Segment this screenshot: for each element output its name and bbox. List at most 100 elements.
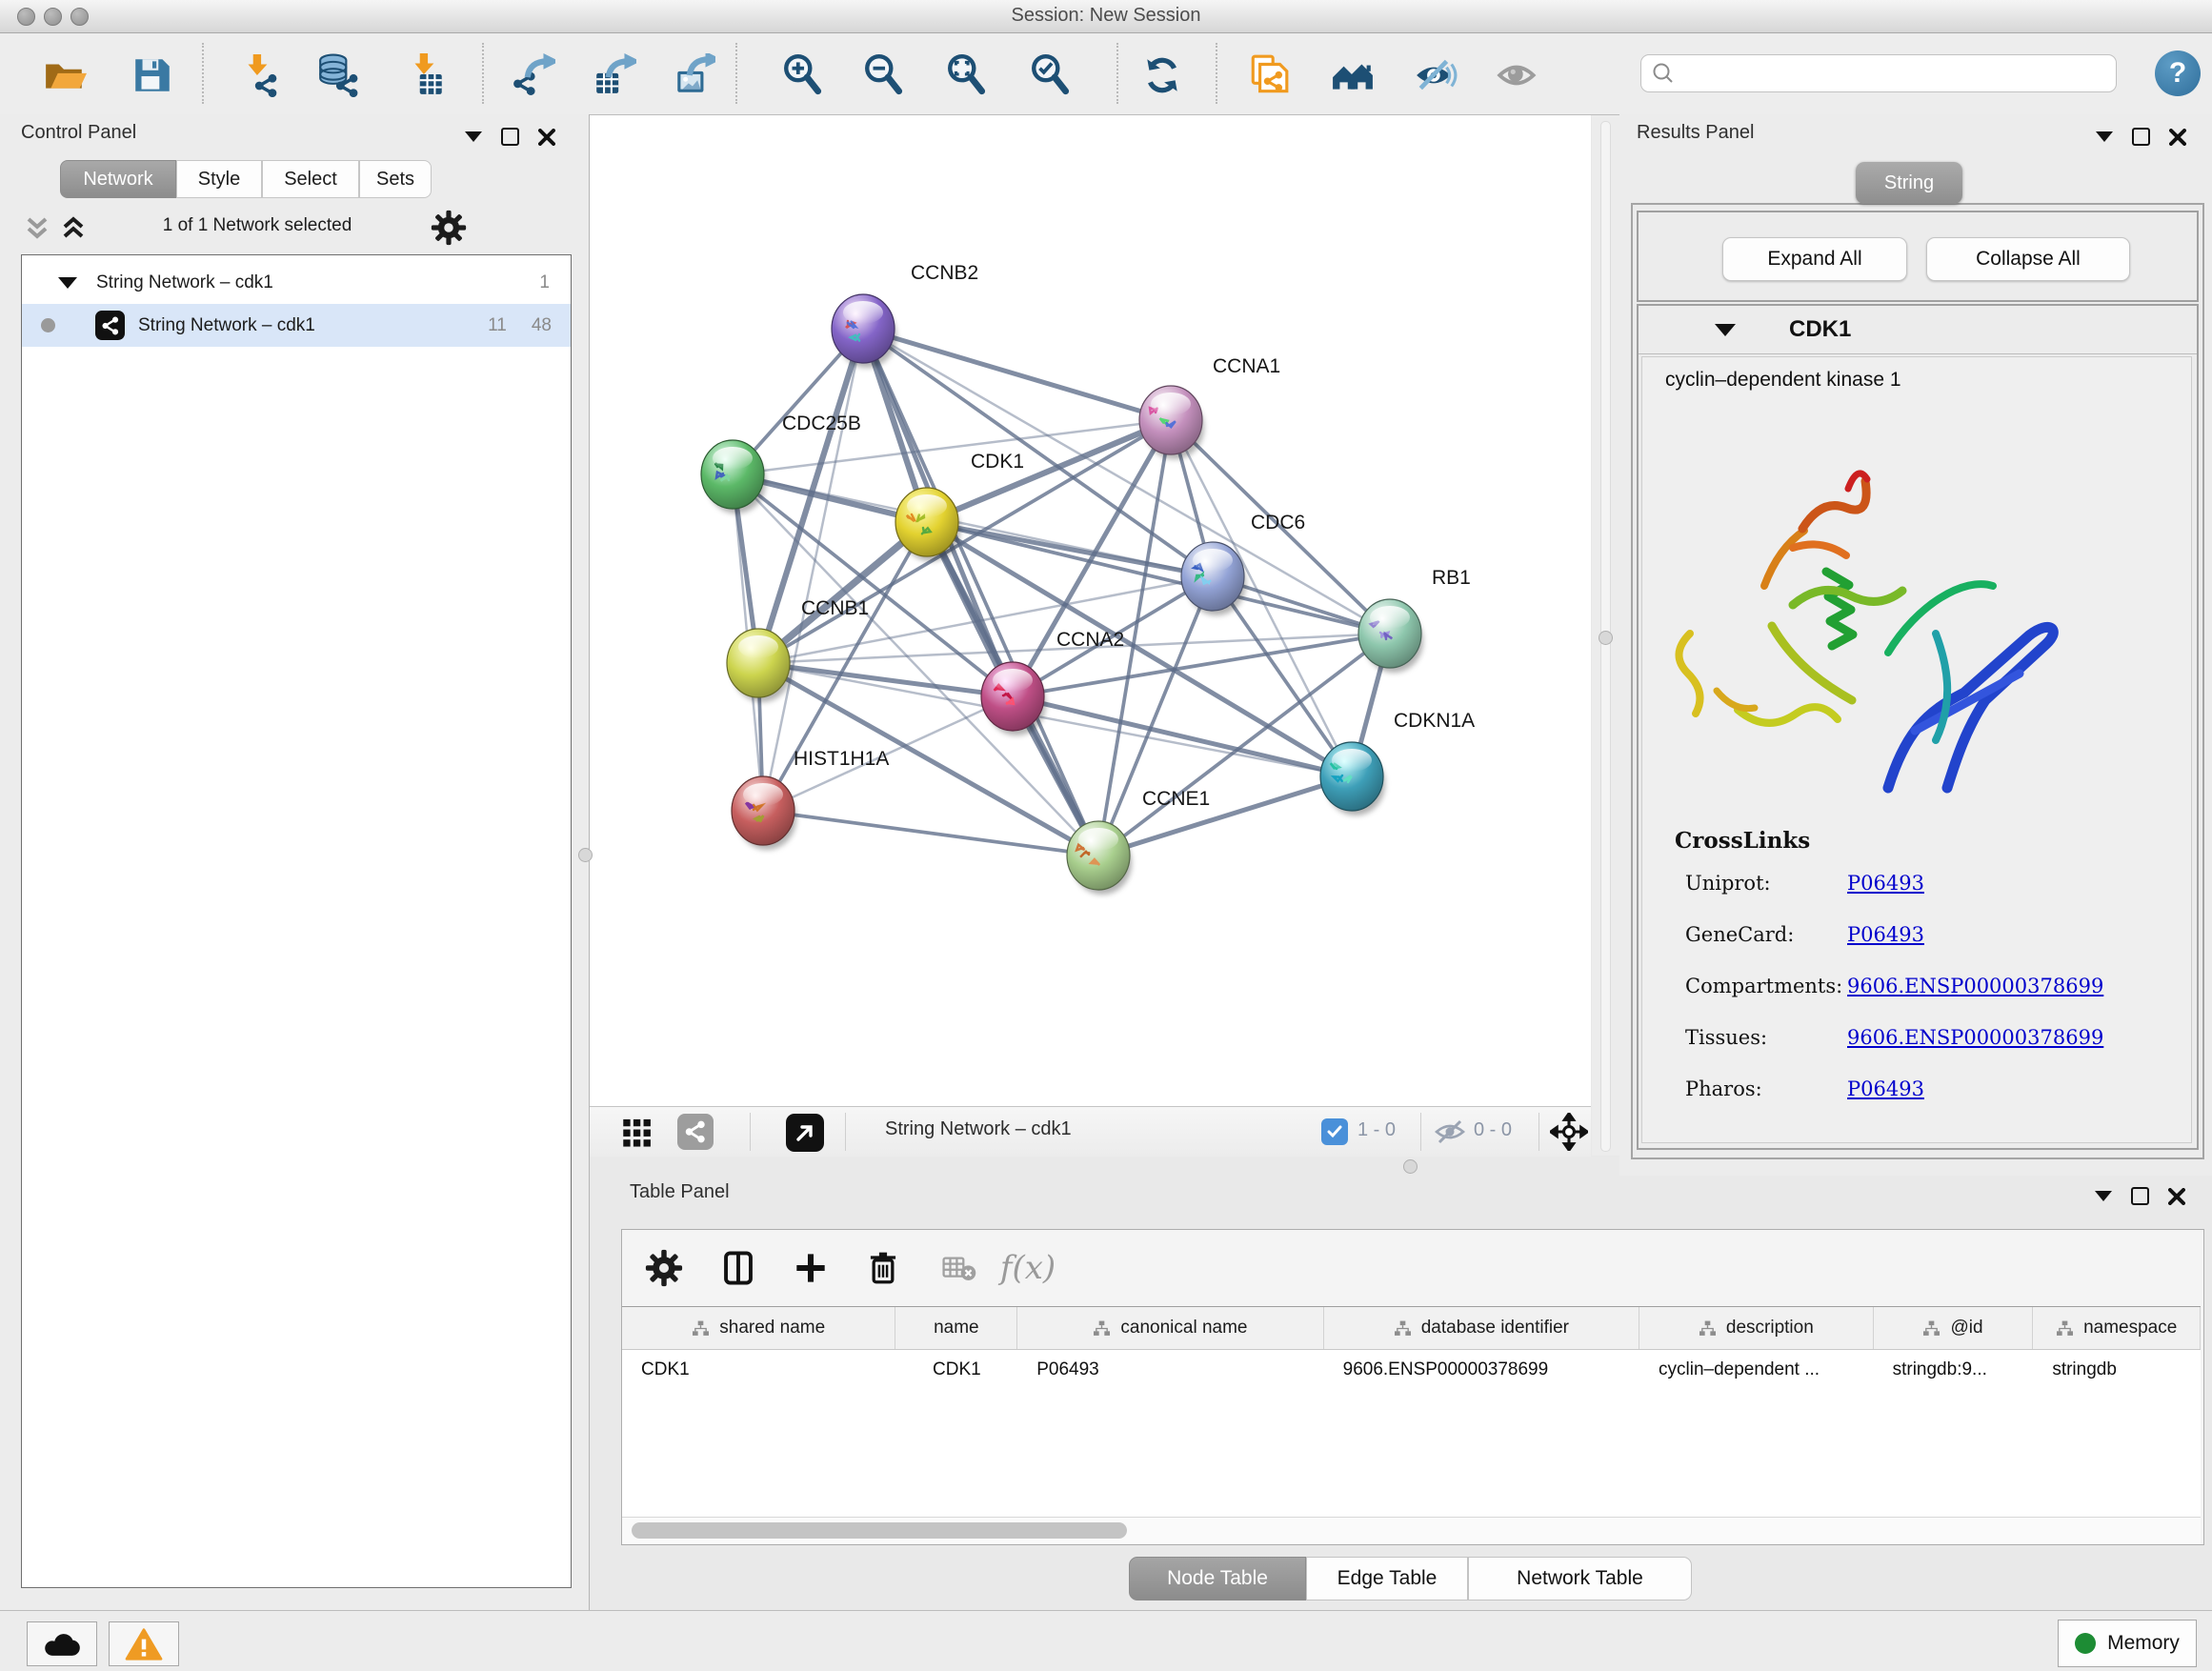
- column-header-name[interactable]: name: [895, 1307, 1017, 1349]
- network-node-CCNB2[interactable]: [832, 294, 896, 368]
- search-icon: [1651, 61, 1676, 86]
- birds-eye-crosshair-icon[interactable]: [1550, 1113, 1588, 1151]
- network-edge: [863, 329, 1098, 856]
- collapse-all-button[interactable]: Collapse All: [1926, 237, 2130, 281]
- column-header-canonicalname[interactable]: canonical name: [1017, 1307, 1323, 1349]
- network-canvas[interactable]: CCNB2CCNA1CDC25BCDK1CDC6RB1CCNB1CCNA2CDK…: [590, 115, 1591, 1106]
- network-edge: [763, 811, 1098, 856]
- crosslink-link[interactable]: P06493: [1847, 923, 1924, 946]
- grid-view-icon[interactable]: [620, 1115, 654, 1149]
- warning-button[interactable]: [109, 1621, 179, 1666]
- expand-all-icon[interactable]: [59, 211, 88, 244]
- collapse-all-icon[interactable]: [23, 211, 51, 244]
- delete-column-icon[interactable]: [858, 1243, 908, 1293]
- show-columns-icon[interactable]: [714, 1243, 763, 1293]
- column-header-databaseidentifier[interactable]: database identifier: [1324, 1307, 1639, 1349]
- scrollbar-thumb[interactable]: [632, 1522, 1127, 1539]
- refresh-view-icon[interactable]: [1137, 50, 1187, 100]
- table-settings-gear-icon[interactable]: [639, 1243, 689, 1293]
- table-splitter-handle[interactable]: [1403, 1159, 1418, 1174]
- network-node-CDC6[interactable]: [1181, 542, 1246, 615]
- horizontal-scrollbar[interactable]: [622, 1517, 2201, 1543]
- import-from-database-icon[interactable]: [313, 50, 363, 100]
- tab-sets[interactable]: Sets: [359, 160, 432, 198]
- string-view-icon[interactable]: [677, 1114, 714, 1150]
- tab-node-table[interactable]: Node Table: [1129, 1557, 1306, 1601]
- table-row[interactable]: CDK1CDK1P064939606.ENSP00000378699cyclin…: [622, 1349, 2201, 1391]
- zoom-out-icon[interactable]: [859, 50, 909, 100]
- column-header-id[interactable]: @id: [1874, 1307, 2034, 1349]
- table-panel-float-icon[interactable]: [2131, 1187, 2149, 1205]
- results-panel-close-icon[interactable]: [2169, 129, 2186, 146]
- network-node-CCNE1[interactable]: [1067, 821, 1132, 895]
- network-node-RB1[interactable]: [1358, 599, 1423, 673]
- open-folder-icon[interactable]: [40, 50, 90, 100]
- tab-select[interactable]: Select: [262, 160, 359, 198]
- search-input[interactable]: [1676, 63, 2116, 85]
- export-network-icon[interactable]: [509, 50, 558, 100]
- help-button[interactable]: ?: [2155, 50, 2201, 96]
- crosslink-link[interactable]: P06493: [1847, 872, 1924, 895]
- table-panel-close-icon[interactable]: [2168, 1188, 2185, 1205]
- hidden-eye-icon[interactable]: [1434, 1117, 1466, 1147]
- open-in-new-window-icon[interactable]: [786, 1114, 824, 1152]
- import-network-icon[interactable]: [234, 50, 284, 100]
- network-edge: [1098, 776, 1352, 856]
- string-network-icon: [95, 311, 125, 340]
- network-node-CCNA1[interactable]: [1139, 386, 1204, 459]
- network-overview-icon[interactable]: [1328, 50, 1377, 100]
- tab-network[interactable]: Network: [60, 160, 176, 198]
- gear-icon[interactable]: [431, 210, 467, 246]
- control-panel-menu-icon[interactable]: [465, 131, 482, 142]
- network-collection-label: String Network – cdk1: [96, 272, 273, 293]
- network-node-CDC25B[interactable]: [701, 440, 766, 513]
- copy-panel-icon[interactable]: [1244, 50, 1294, 100]
- save-session-icon[interactable]: [128, 50, 177, 100]
- control-panel-float-icon[interactable]: [501, 128, 519, 146]
- network-edge: [863, 329, 1390, 634]
- network-node-CCNA2[interactable]: [981, 662, 1046, 735]
- crosslink-label: GeneCard:: [1642, 923, 1847, 946]
- expand-all-button[interactable]: Expand All: [1722, 237, 1907, 281]
- results-splitter-handle[interactable]: [1599, 631, 1613, 645]
- network-node-CCNB1[interactable]: [727, 629, 792, 702]
- show-all-icon[interactable]: [1494, 50, 1543, 100]
- export-image-icon[interactable]: [669, 50, 718, 100]
- column-header-namespace[interactable]: namespace: [2033, 1307, 2201, 1349]
- column-header-sharedname[interactable]: shared name: [622, 1307, 895, 1349]
- control-panel-close-icon[interactable]: [538, 129, 555, 146]
- memory-button[interactable]: Memory: [2058, 1620, 2197, 1667]
- crosslink-link[interactable]: P06493: [1847, 1077, 1924, 1100]
- tab-string[interactable]: String: [1856, 162, 1962, 204]
- add-column-icon[interactable]: [786, 1243, 835, 1293]
- crosslink-row: Tissues: 9606.ENSP00000378699: [1642, 1026, 2191, 1049]
- network-node-CDKN1A[interactable]: [1320, 742, 1385, 815]
- import-table-icon[interactable]: [401, 50, 451, 100]
- zoom-fit-icon[interactable]: [942, 50, 992, 100]
- zoom-in-icon[interactable]: [778, 50, 828, 100]
- results-panel-float-icon[interactable]: [2132, 128, 2150, 146]
- crosslink-link[interactable]: 9606.ENSP00000378699: [1847, 975, 2103, 997]
- tree-expander-icon[interactable]: [58, 277, 77, 289]
- tab-network-table[interactable]: Network Table: [1468, 1557, 1692, 1601]
- section-collapse-icon[interactable]: [1715, 324, 1736, 336]
- hide-selected-icon[interactable]: [1411, 50, 1460, 100]
- cloud-button[interactable]: [27, 1621, 97, 1666]
- network-node-CDK1[interactable]: [895, 488, 960, 561]
- network-row-selected[interactable]: String Network – cdk1 11 48: [22, 304, 571, 347]
- crosslink-link[interactable]: 9606.ENSP00000378699: [1847, 1026, 2103, 1049]
- tab-edge-table[interactable]: Edge Table: [1306, 1557, 1468, 1601]
- edge-count: 48: [532, 315, 552, 336]
- export-table-icon[interactable]: [590, 50, 639, 100]
- tab-style[interactable]: Style: [176, 160, 262, 198]
- selected-checkbox-icon[interactable]: [1321, 1118, 1348, 1145]
- cell-name: CDK1: [895, 1349, 1017, 1391]
- network-node-HIST1H1A[interactable]: [732, 776, 796, 850]
- zoom-selected-icon[interactable]: [1026, 50, 1076, 100]
- protein-section-header[interactable]: CDK1: [1639, 306, 2197, 354]
- left-splitter-handle[interactable]: [578, 848, 593, 862]
- network-collection-row[interactable]: String Network – cdk1 1: [22, 261, 571, 304]
- column-header-description[interactable]: description: [1639, 1307, 1874, 1349]
- table-panel-menu-icon[interactable]: [2095, 1191, 2112, 1201]
- results-panel-menu-icon[interactable]: [2096, 131, 2113, 142]
